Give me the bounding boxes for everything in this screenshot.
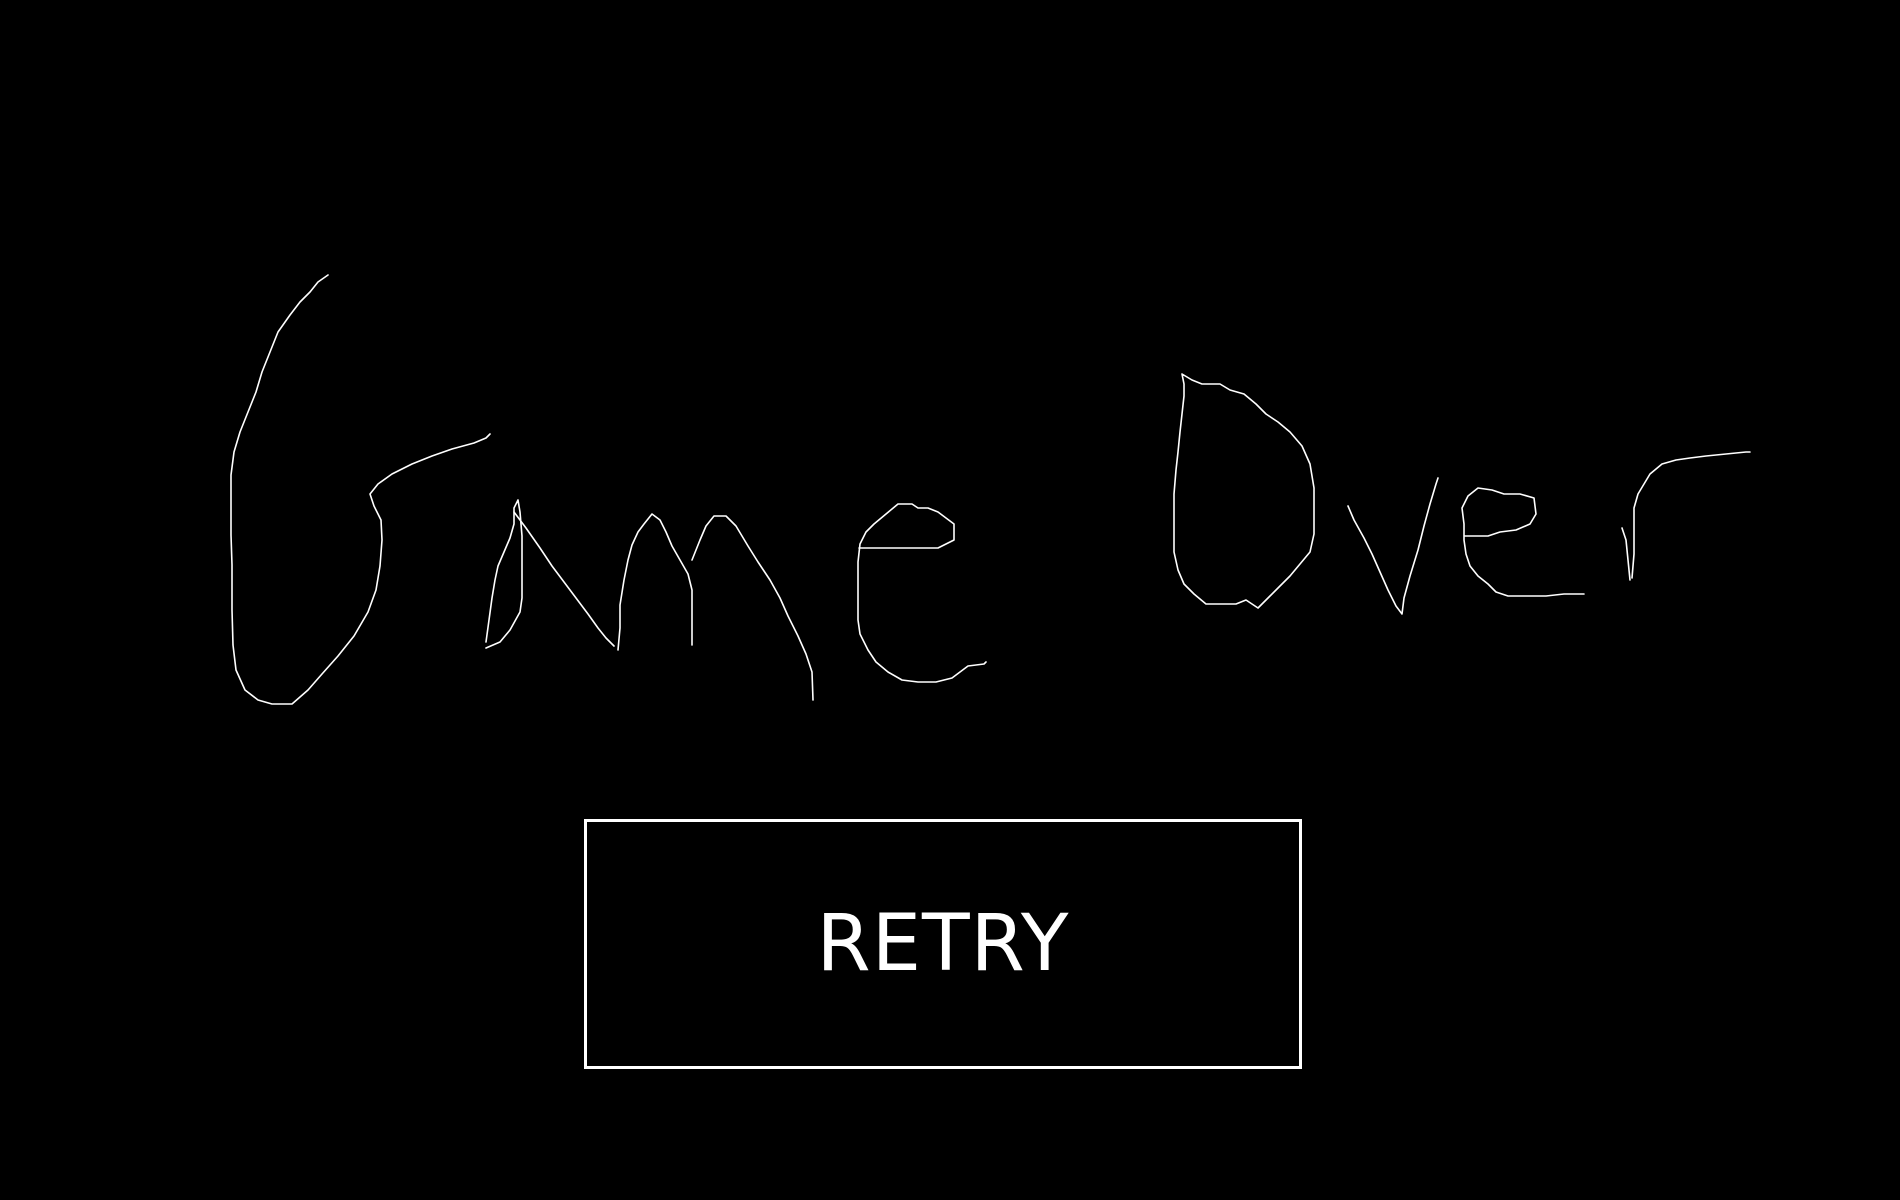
title-letter-v: [1347, 477, 1439, 615]
title-letter-g: [230, 274, 491, 705]
title-letter-e2: [1461, 487, 1585, 597]
title-letter-a-stroke: [513, 511, 615, 647]
title-letter-e: [857, 503, 987, 683]
title-letter-r-stroke: [1631, 451, 1751, 579]
title-letter-m: [617, 513, 693, 651]
title-letter-a: [485, 499, 523, 649]
title-letter-m-stroke: [691, 515, 814, 701]
title-letter-r: [1621, 527, 1631, 581]
retry-button[interactable]: RETRY: [584, 819, 1302, 1069]
retry-button-label: RETRY: [816, 899, 1070, 989]
game-over-screen: RETRY: [0, 0, 1900, 1200]
title-letter-o: [1173, 373, 1315, 609]
